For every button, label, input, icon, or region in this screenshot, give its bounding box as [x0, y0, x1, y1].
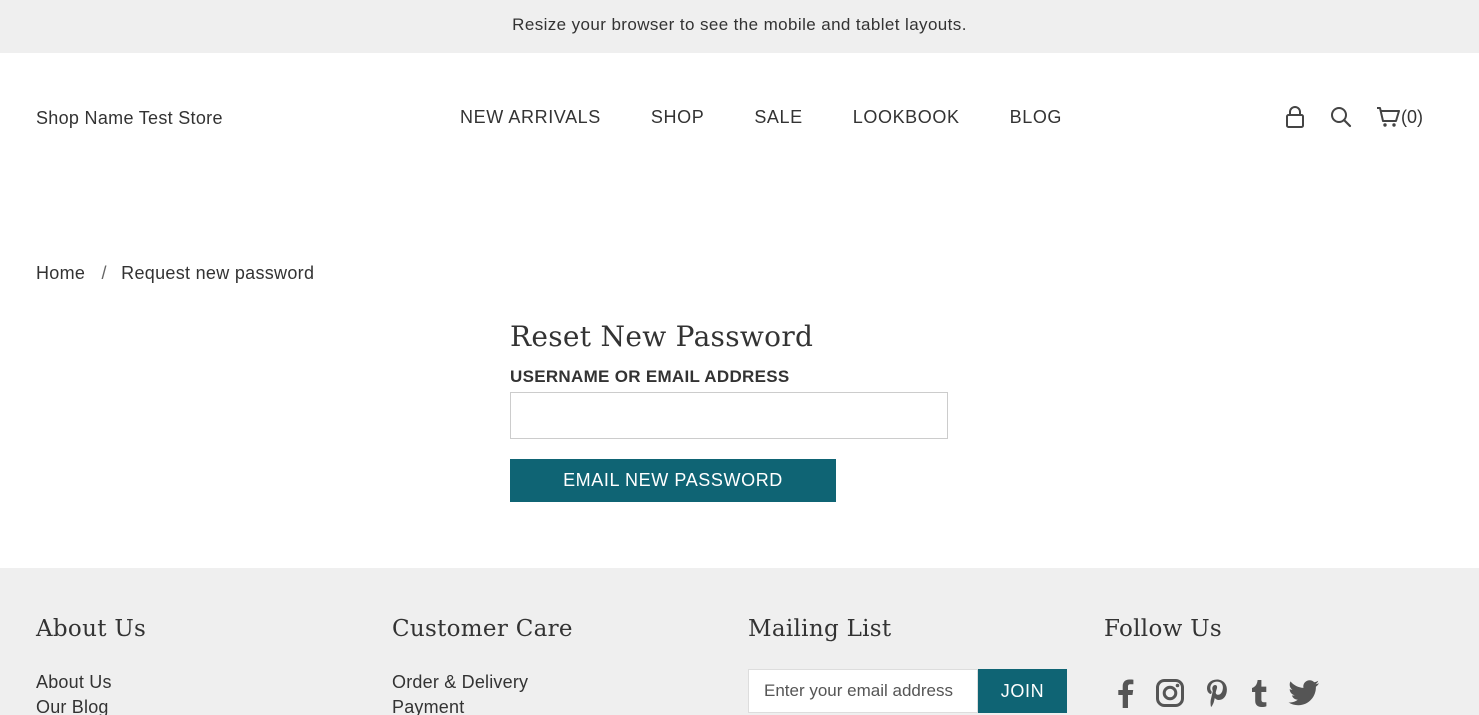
- footer-care-column: Customer Care Order & Delivery Payment: [392, 616, 573, 715]
- footer-mailing-heading: Mailing List: [748, 616, 892, 642]
- cart-count: (0): [1401, 106, 1423, 127]
- breadcrumb: Home / Request new password: [36, 263, 314, 284]
- breadcrumb-separator: /: [101, 263, 107, 283]
- nav-blog[interactable]: BLOG: [1010, 107, 1062, 128]
- site-footer: About Us About Us Our Blog Customer Care…: [0, 568, 1479, 715]
- mailing-form: JOIN: [748, 669, 1067, 713]
- nav-shop[interactable]: SHOP: [651, 107, 704, 128]
- footer-about-links: About Us Our Blog: [36, 670, 146, 715]
- footer-follow-heading: Follow Us: [1104, 616, 1222, 642]
- footer-care-links: Order & Delivery Payment: [392, 670, 573, 715]
- account-lock-icon[interactable]: [1284, 105, 1306, 129]
- footer-link-order-delivery[interactable]: Order & Delivery: [392, 672, 528, 692]
- facebook-icon[interactable]: [1114, 678, 1136, 708]
- notice-text: Resize your browser to see the mobile an…: [512, 15, 967, 34]
- reset-password-form: Reset New Password USERNAME OR EMAIL ADD…: [510, 320, 950, 502]
- email-new-password-button[interactable]: EMAIL NEW PASSWORD: [510, 459, 836, 502]
- username-email-label: USERNAME OR EMAIL ADDRESS: [510, 367, 790, 386]
- footer-about-heading: About Us: [36, 616, 147, 642]
- footer-link-item: Order & Delivery: [392, 670, 573, 695]
- twitter-icon[interactable]: [1288, 679, 1320, 707]
- mailing-email-input[interactable]: [748, 669, 978, 713]
- footer-link-our-blog[interactable]: Our Blog: [36, 697, 109, 715]
- footer-link-about-us[interactable]: About Us: [36, 672, 112, 692]
- footer-link-payment[interactable]: Payment: [392, 697, 464, 715]
- search-icon[interactable]: [1330, 106, 1352, 128]
- nav-new-arrivals[interactable]: NEW ARRIVALS: [460, 107, 601, 128]
- footer-link-item: Our Blog: [36, 695, 146, 715]
- footer-link-item: About Us: [36, 670, 146, 695]
- footer-mailing-column: Mailing List JOIN: [748, 616, 1067, 713]
- breadcrumb-home[interactable]: Home: [36, 263, 85, 283]
- notice-bar: Resize your browser to see the mobile an…: [0, 0, 1479, 53]
- cart-icon: [1376, 106, 1400, 128]
- breadcrumb-current: Request new password: [121, 263, 315, 283]
- join-button[interactable]: JOIN: [978, 669, 1067, 713]
- shop-name-link[interactable]: Shop Name Test Store: [36, 108, 223, 129]
- footer-follow-column: Follow Us: [1104, 616, 1339, 708]
- site-header: Shop Name Test Store NEW ARRIVALS SHOP S…: [0, 53, 1479, 183]
- instagram-icon[interactable]: [1155, 678, 1185, 708]
- header-icons: (0): [1284, 105, 1423, 129]
- cart-button[interactable]: (0): [1376, 106, 1423, 128]
- footer-link-item: Payment: [392, 695, 573, 715]
- footer-about-column: About Us About Us Our Blog: [36, 616, 146, 715]
- social-icons: [1114, 678, 1339, 708]
- nav-sale[interactable]: SALE: [754, 107, 802, 128]
- main-nav: NEW ARRIVALS SHOP SALE LOOKBOOK BLOG: [460, 107, 1112, 128]
- username-email-input[interactable]: [510, 392, 948, 439]
- page-title: Reset New Password: [510, 320, 814, 353]
- pinterest-icon[interactable]: [1204, 678, 1230, 708]
- footer-care-heading: Customer Care: [392, 616, 573, 642]
- nav-lookbook[interactable]: LOOKBOOK: [853, 107, 960, 128]
- tumblr-icon[interactable]: [1249, 678, 1269, 708]
